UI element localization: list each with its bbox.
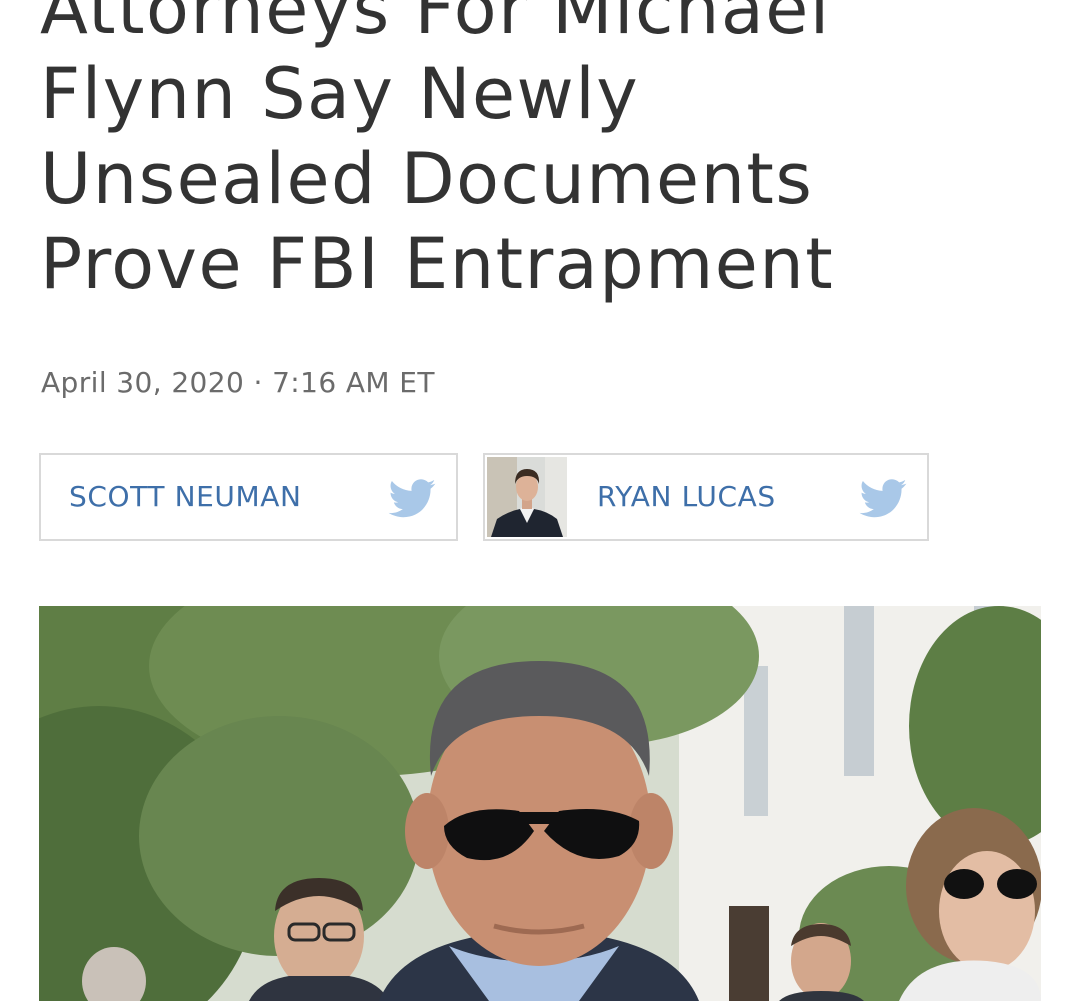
byline-ryan-lucas: RYAN LUCAS <box>483 453 929 541</box>
article-lead-photo[interactable] <box>39 606 1041 1001</box>
byline-scott-neuman: SCOTT NEUMAN <box>39 453 458 541</box>
twitter-icon[interactable] <box>388 479 436 518</box>
article-headline: Attorneys For Michael Flynn Say Newly Un… <box>40 0 1040 307</box>
headline-line: Prove FBI Entrapment <box>40 223 835 305</box>
avatar[interactable] <box>487 457 567 537</box>
headline-line: Unsealed Documents <box>40 138 814 220</box>
headline-line: Flynn Say Newly <box>40 53 640 135</box>
author-link-scott-neuman[interactable]: SCOTT NEUMAN <box>69 455 302 539</box>
twitter-icon[interactable] <box>859 479 907 518</box>
article-dateline: April 30, 2020 · 7:16 AM ET <box>41 366 435 399</box>
headline-line: Attorneys For Michael <box>40 0 831 50</box>
author-link-ryan-lucas[interactable]: RYAN LUCAS <box>597 455 776 539</box>
